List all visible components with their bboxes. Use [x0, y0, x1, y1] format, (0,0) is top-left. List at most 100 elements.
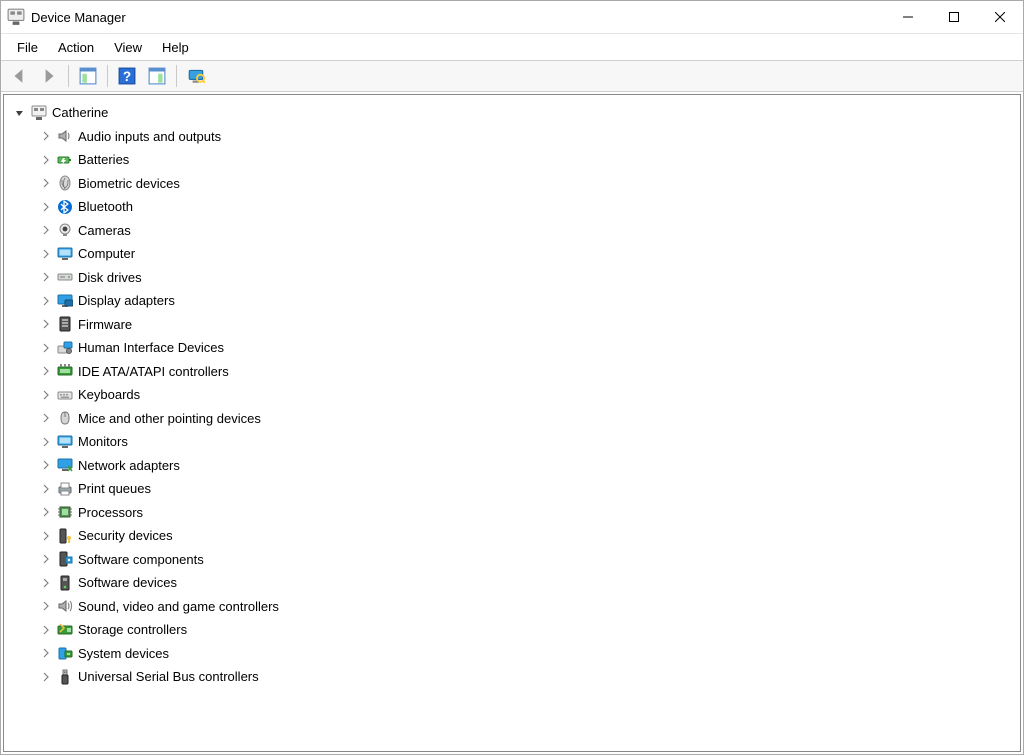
chevron-right-icon[interactable]	[38, 152, 54, 168]
security-icon	[56, 527, 74, 545]
device-tree-panel[interactable]: Catherine Audio inputs and outputs Batteri…	[3, 94, 1021, 752]
tree-item-display[interactable]: Display adapters	[8, 289, 1016, 313]
chevron-right-icon[interactable]	[38, 504, 54, 520]
menu-view[interactable]: View	[104, 34, 152, 60]
tree-item-label: Print queues	[78, 481, 151, 496]
tree-item-audio[interactable]: Audio inputs and outputs	[8, 125, 1016, 149]
chevron-right-icon[interactable]	[38, 269, 54, 285]
display-icon	[56, 292, 74, 310]
audio-icon	[56, 127, 74, 145]
chevron-right-icon[interactable]	[38, 387, 54, 403]
chevron-right-icon[interactable]	[38, 128, 54, 144]
minimize-button[interactable]	[885, 1, 931, 33]
tree-item-label: Audio inputs and outputs	[78, 129, 221, 144]
menu-help[interactable]: Help	[152, 34, 199, 60]
maximize-button[interactable]	[931, 1, 977, 33]
titlebar: Device Manager	[1, 1, 1023, 34]
chevron-right-icon[interactable]	[38, 481, 54, 497]
tree-item-biometric[interactable]: Biometric devices	[8, 172, 1016, 196]
swcomp-icon	[56, 550, 74, 568]
tree-item-storage[interactable]: Storage controllers	[8, 618, 1016, 642]
tree-item-network[interactable]: Network adapters	[8, 454, 1016, 478]
tree-item-label: Universal Serial Bus controllers	[78, 669, 259, 684]
tree-item-label: Processors	[78, 505, 143, 520]
help-button[interactable]: ?	[113, 63, 141, 89]
tree-item-processors[interactable]: Processors	[8, 501, 1016, 525]
tree-item-print[interactable]: Print queues	[8, 477, 1016, 501]
tree-item-label: Computer	[78, 246, 135, 261]
tree-item-bluetooth[interactable]: Bluetooth	[8, 195, 1016, 219]
chevron-right-icon[interactable]	[38, 316, 54, 332]
chevron-right-icon[interactable]	[38, 622, 54, 638]
tree-item-ide[interactable]: IDE ATA/ATAPI controllers	[8, 360, 1016, 384]
tree-item-label: Monitors	[78, 434, 128, 449]
chevron-right-icon[interactable]	[38, 575, 54, 591]
tree-item-firmware[interactable]: Firmware	[8, 313, 1016, 337]
toolbar: ?	[1, 61, 1023, 92]
chevron-right-icon[interactable]	[38, 175, 54, 191]
tree-item-disk[interactable]: Disk drives	[8, 266, 1016, 290]
chevron-right-icon[interactable]	[38, 222, 54, 238]
tree-item-label: Network adapters	[78, 458, 180, 473]
show-hide-console-tree-button[interactable]	[74, 63, 102, 89]
forward-button[interactable]	[35, 63, 63, 89]
menu-file[interactable]: File	[7, 34, 48, 60]
chevron-right-icon[interactable]	[38, 457, 54, 473]
close-button[interactable]	[977, 1, 1023, 33]
tree-item-label: Disk drives	[78, 270, 142, 285]
tree-item-label: System devices	[78, 646, 169, 661]
swdev-icon	[56, 574, 74, 592]
tree-item-label: Keyboards	[78, 387, 140, 402]
network-icon	[56, 456, 74, 474]
tree-item-sound[interactable]: Sound, video and game controllers	[8, 595, 1016, 619]
tree-item-swdev[interactable]: Software devices	[8, 571, 1016, 595]
scan-hardware-button[interactable]	[182, 63, 210, 89]
chevron-right-icon[interactable]	[38, 598, 54, 614]
menu-action[interactable]: Action	[48, 34, 104, 60]
toolbar-separator	[107, 65, 108, 87]
ide-icon	[56, 362, 74, 380]
biometric-icon	[56, 174, 74, 192]
chevron-right-icon[interactable]	[38, 363, 54, 379]
tree-root-label: Catherine	[52, 105, 108, 120]
chevron-right-icon[interactable]	[38, 434, 54, 450]
toolbar-separator	[68, 65, 69, 87]
chevron-right-icon[interactable]	[38, 246, 54, 262]
tree-item-keyboards[interactable]: Keyboards	[8, 383, 1016, 407]
tree-item-monitors[interactable]: Monitors	[8, 430, 1016, 454]
chevron-down-icon[interactable]	[12, 105, 28, 121]
back-button[interactable]	[5, 63, 33, 89]
chevron-right-icon[interactable]	[38, 669, 54, 685]
tree-item-batteries[interactable]: Batteries	[8, 148, 1016, 172]
action-panel-button[interactable]	[143, 63, 171, 89]
usb-icon	[56, 668, 74, 686]
mice-icon	[56, 409, 74, 427]
tree-item-usb[interactable]: Universal Serial Bus controllers	[8, 665, 1016, 689]
chevron-right-icon[interactable]	[38, 293, 54, 309]
chevron-right-icon[interactable]	[38, 340, 54, 356]
processors-icon	[56, 503, 74, 521]
app-icon	[7, 8, 25, 26]
tree-item-cameras[interactable]: Cameras	[8, 219, 1016, 243]
chevron-right-icon[interactable]	[38, 199, 54, 215]
chevron-right-icon[interactable]	[38, 410, 54, 426]
hid-icon	[56, 339, 74, 357]
tree-item-label: Sound, video and game controllers	[78, 599, 279, 614]
tree-item-label: Mice and other pointing devices	[78, 411, 261, 426]
system-icon	[56, 644, 74, 662]
tree-item-computer[interactable]: Computer	[8, 242, 1016, 266]
device-manager-window: Device Manager File Action View Help ? C…	[0, 0, 1024, 755]
tree-item-swcomp[interactable]: Software components	[8, 548, 1016, 572]
chevron-right-icon[interactable]	[38, 528, 54, 544]
tree-item-label: Software devices	[78, 575, 177, 590]
tree-item-hid[interactable]: Human Interface Devices	[8, 336, 1016, 360]
tree-item-security[interactable]: Security devices	[8, 524, 1016, 548]
computer-icon	[56, 245, 74, 263]
chevron-right-icon[interactable]	[38, 645, 54, 661]
keyboards-icon	[56, 386, 74, 404]
chevron-right-icon[interactable]	[38, 551, 54, 567]
tree-item-system[interactable]: System devices	[8, 642, 1016, 666]
toolbar-separator	[176, 65, 177, 87]
tree-item-mice[interactable]: Mice and other pointing devices	[8, 407, 1016, 431]
tree-root-node[interactable]: Catherine	[8, 101, 1016, 125]
